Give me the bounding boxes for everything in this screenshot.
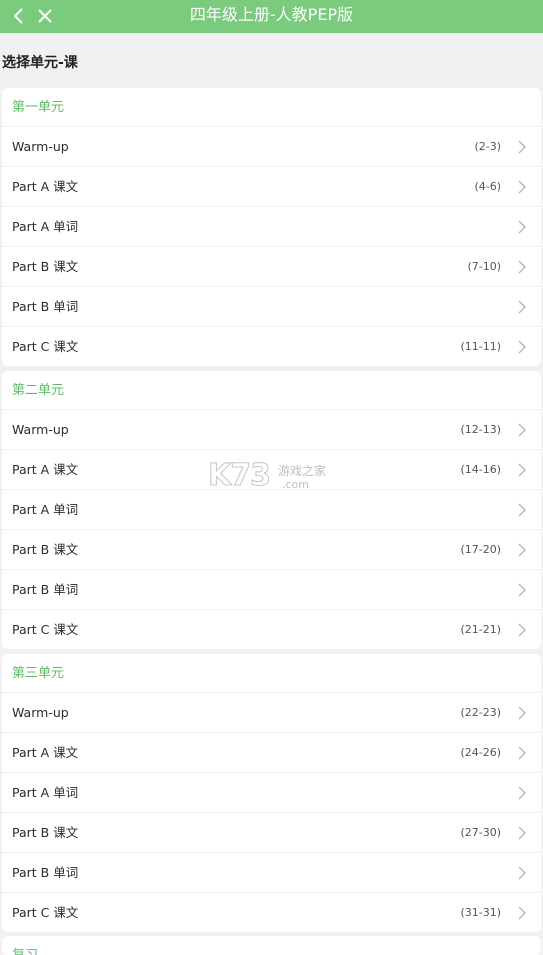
lesson-label: Part B 单词 bbox=[12, 582, 79, 597]
lesson-row[interactable]: Part C 课文 (11-11) bbox=[2, 327, 541, 366]
page-range: (2-3) bbox=[474, 140, 501, 153]
page-title: 四年级上册-人教PEP版 bbox=[189, 5, 354, 24]
lesson-label: Part A 单词 bbox=[12, 785, 79, 800]
chevron-right-icon bbox=[518, 140, 526, 154]
page-range: (14-16) bbox=[460, 463, 501, 476]
chevron-right-icon bbox=[518, 340, 526, 354]
lesson-row[interactable]: Warm-up (22-23) bbox=[2, 693, 541, 733]
unit-card: 第二单元 Warm-up (12-13) Part A 课文 (14-16) Part A… bbox=[2, 371, 541, 649]
lesson-label: Warm-up bbox=[12, 705, 69, 720]
chevron-right-icon bbox=[518, 503, 526, 517]
lesson-label: Part C 课文 bbox=[12, 339, 79, 354]
lesson-label: Part C 课文 bbox=[12, 905, 79, 920]
unit-title: 第二单元 bbox=[2, 371, 541, 410]
lesson-label: Part A 单词 bbox=[12, 219, 79, 234]
lesson-row[interactable]: Part A 课文 (14-16) bbox=[2, 450, 541, 490]
lesson-row[interactable]: Part B 单词 bbox=[2, 853, 541, 893]
page-range: (22-23) bbox=[460, 706, 501, 719]
chevron-right-icon bbox=[518, 906, 526, 920]
lesson-row[interactable]: Warm-up (2-3) bbox=[2, 127, 541, 167]
chevron-right-icon bbox=[518, 746, 526, 760]
unit-title: 复习 bbox=[2, 936, 541, 955]
lesson-label: Part A 单词 bbox=[12, 502, 79, 517]
chevron-right-icon bbox=[518, 786, 526, 800]
chevron-right-icon bbox=[518, 543, 526, 557]
lesson-label: Part B 单词 bbox=[12, 299, 79, 314]
chevron-right-icon bbox=[518, 260, 526, 274]
lesson-row[interactable]: Part A 单词 bbox=[2, 773, 541, 813]
lesson-label: Part B 课文 bbox=[12, 259, 79, 274]
lesson-label: Warm-up bbox=[12, 422, 69, 437]
page-range: (24-26) bbox=[460, 746, 501, 759]
unit-title: 第一单元 bbox=[2, 88, 541, 127]
unit-card: 第三单元 Warm-up (22-23) Part A 课文 (24-26) Part A… bbox=[2, 654, 541, 932]
page-range: (17-20) bbox=[460, 543, 501, 556]
lesson-label: Part C 课文 bbox=[12, 622, 79, 637]
lesson-row[interactable]: Part A 课文 (4-6) bbox=[2, 167, 541, 207]
lesson-row[interactable]: Part B 课文 (7-10) bbox=[2, 247, 541, 287]
page-range: (12-13) bbox=[460, 423, 501, 436]
lesson-row[interactable]: Part B 课文 (27-30) bbox=[2, 813, 541, 853]
section-title: 选择单元-课 bbox=[2, 55, 78, 71]
unit-title: 第三单元 bbox=[2, 654, 541, 693]
lesson-label: Part A 课文 bbox=[12, 462, 79, 477]
chevron-right-icon bbox=[518, 300, 526, 314]
chevron-right-icon bbox=[518, 463, 526, 477]
unit-card: 复习 bbox=[2, 936, 541, 955]
lesson-row[interactable]: Part B 课文 (17-20) bbox=[2, 530, 541, 570]
page-range: (7-10) bbox=[467, 260, 501, 273]
lesson-row[interactable]: Part A 单词 bbox=[2, 490, 541, 530]
lesson-row[interactable]: Part B 单词 bbox=[2, 287, 541, 327]
lesson-label: Part B 课文 bbox=[12, 825, 79, 840]
page-range: (4-6) bbox=[474, 180, 501, 193]
lesson-label: Warm-up bbox=[12, 139, 69, 154]
chevron-right-icon bbox=[518, 180, 526, 194]
chevron-right-icon bbox=[518, 623, 526, 637]
top-bar: 四年级上册-人教PEP版 bbox=[0, 0, 543, 33]
lesson-row[interactable]: Part C 课文 (21-21) bbox=[2, 610, 541, 649]
page-range: (31-31) bbox=[460, 906, 501, 919]
lesson-row[interactable]: Part A 单词 bbox=[2, 207, 541, 247]
lesson-row[interactable]: Warm-up (12-13) bbox=[2, 410, 541, 450]
lesson-label: Part A 课文 bbox=[12, 745, 79, 760]
page-range: (11-11) bbox=[460, 340, 501, 353]
page-range: (27-30) bbox=[460, 826, 501, 839]
chevron-right-icon bbox=[518, 706, 526, 720]
lesson-row[interactable]: Part B 单词 bbox=[2, 570, 541, 610]
chevron-right-icon bbox=[518, 826, 526, 840]
chevron-right-icon bbox=[518, 423, 526, 437]
chevron-right-icon bbox=[518, 866, 526, 880]
lesson-row[interactable]: Part C 课文 (31-31) bbox=[2, 893, 541, 932]
chevron-right-icon bbox=[518, 220, 526, 234]
lesson-row[interactable]: Part A 课文 (24-26) bbox=[2, 733, 541, 773]
lesson-label: Part B 课文 bbox=[12, 542, 79, 557]
lesson-label: Part A 课文 bbox=[12, 179, 79, 194]
page-range: (21-21) bbox=[460, 623, 501, 636]
chevron-right-icon bbox=[518, 583, 526, 597]
lesson-label: Part B 单词 bbox=[12, 865, 79, 880]
unit-card: 第一单元 Warm-up (2-3) Part A 课文 (4-6) Part A 单词 P… bbox=[2, 88, 541, 366]
